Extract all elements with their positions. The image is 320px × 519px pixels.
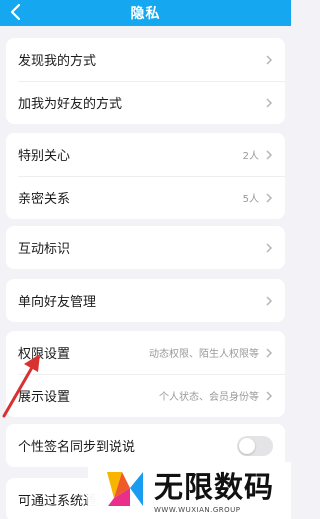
settings-group-interaction: 互动标识 — [6, 226, 285, 269]
chevron-right-icon — [266, 192, 273, 203]
settings-item-label: 加我为好友的方式 — [18, 97, 123, 112]
settings-item-close-relations[interactable]: 亲密关系 5人 — [6, 176, 285, 219]
chevron-right-icon — [266, 390, 273, 401]
settings-item-label: 互动标识 — [18, 242, 71, 257]
watermark-url: WWW.WUXIAN.GROUP — [154, 506, 241, 514]
settings-item-value: 个人状态、会员身份等 — [159, 392, 259, 403]
header-bar: 隐私 — [0, 0, 291, 26]
settings-group-discovery: 发现我的方式 加我为好友的方式 — [6, 38, 285, 124]
watermark: 无限数码 WWW.WUXIAN.GROUP — [88, 462, 291, 519]
signature-sync-toggle[interactable] — [237, 435, 273, 456]
settings-group-signature: 个性签名同步到说说 — [6, 424, 285, 467]
settings-item-label: 可通过系统通 — [18, 494, 97, 509]
page-title: 隐私 — [130, 6, 161, 22]
settings-item-signature-sync: 个性签名同步到说说 — [6, 424, 285, 467]
settings-item-label: 亲密关系 — [18, 192, 71, 207]
settings-item-value: 2人 — [242, 151, 259, 162]
settings-group-relations: 特别关心 2人 亲密关系 5人 — [6, 133, 285, 219]
chevron-right-icon — [266, 295, 273, 306]
settings-item-value: 5人 — [242, 194, 259, 205]
annotation-arrow-icon — [2, 354, 40, 418]
settings-item-label: 特别关心 — [18, 149, 71, 164]
watermark-brand: 无限数码 — [154, 470, 275, 504]
settings-item-discovery-method[interactable]: 发现我的方式 — [6, 38, 285, 81]
settings-item-add-friend-method[interactable]: 加我为好友的方式 — [6, 81, 285, 124]
chevron-right-icon — [266, 97, 273, 108]
settings-item-one-way-friends[interactable]: 单向好友管理 — [6, 279, 285, 322]
settings-item-interaction-badge[interactable]: 互动标识 — [6, 226, 285, 269]
chevron-right-icon — [266, 347, 273, 358]
settings-item-special-care[interactable]: 特别关心 2人 — [6, 133, 285, 176]
chevron-right-icon — [266, 149, 273, 160]
toggle-knob — [239, 437, 255, 454]
settings-item-label: 发现我的方式 — [18, 54, 97, 69]
settings-item-label: 个性签名同步到说说 — [18, 440, 136, 455]
chevron-right-icon — [266, 242, 273, 253]
settings-item-label: 单向好友管理 — [18, 295, 97, 310]
chevron-right-icon — [266, 54, 273, 65]
settings-group-one-way: 单向好友管理 — [6, 279, 285, 322]
watermark-logo-icon — [107, 472, 143, 506]
settings-item-value: 动态权限、陌生人权限等 — [149, 349, 259, 360]
